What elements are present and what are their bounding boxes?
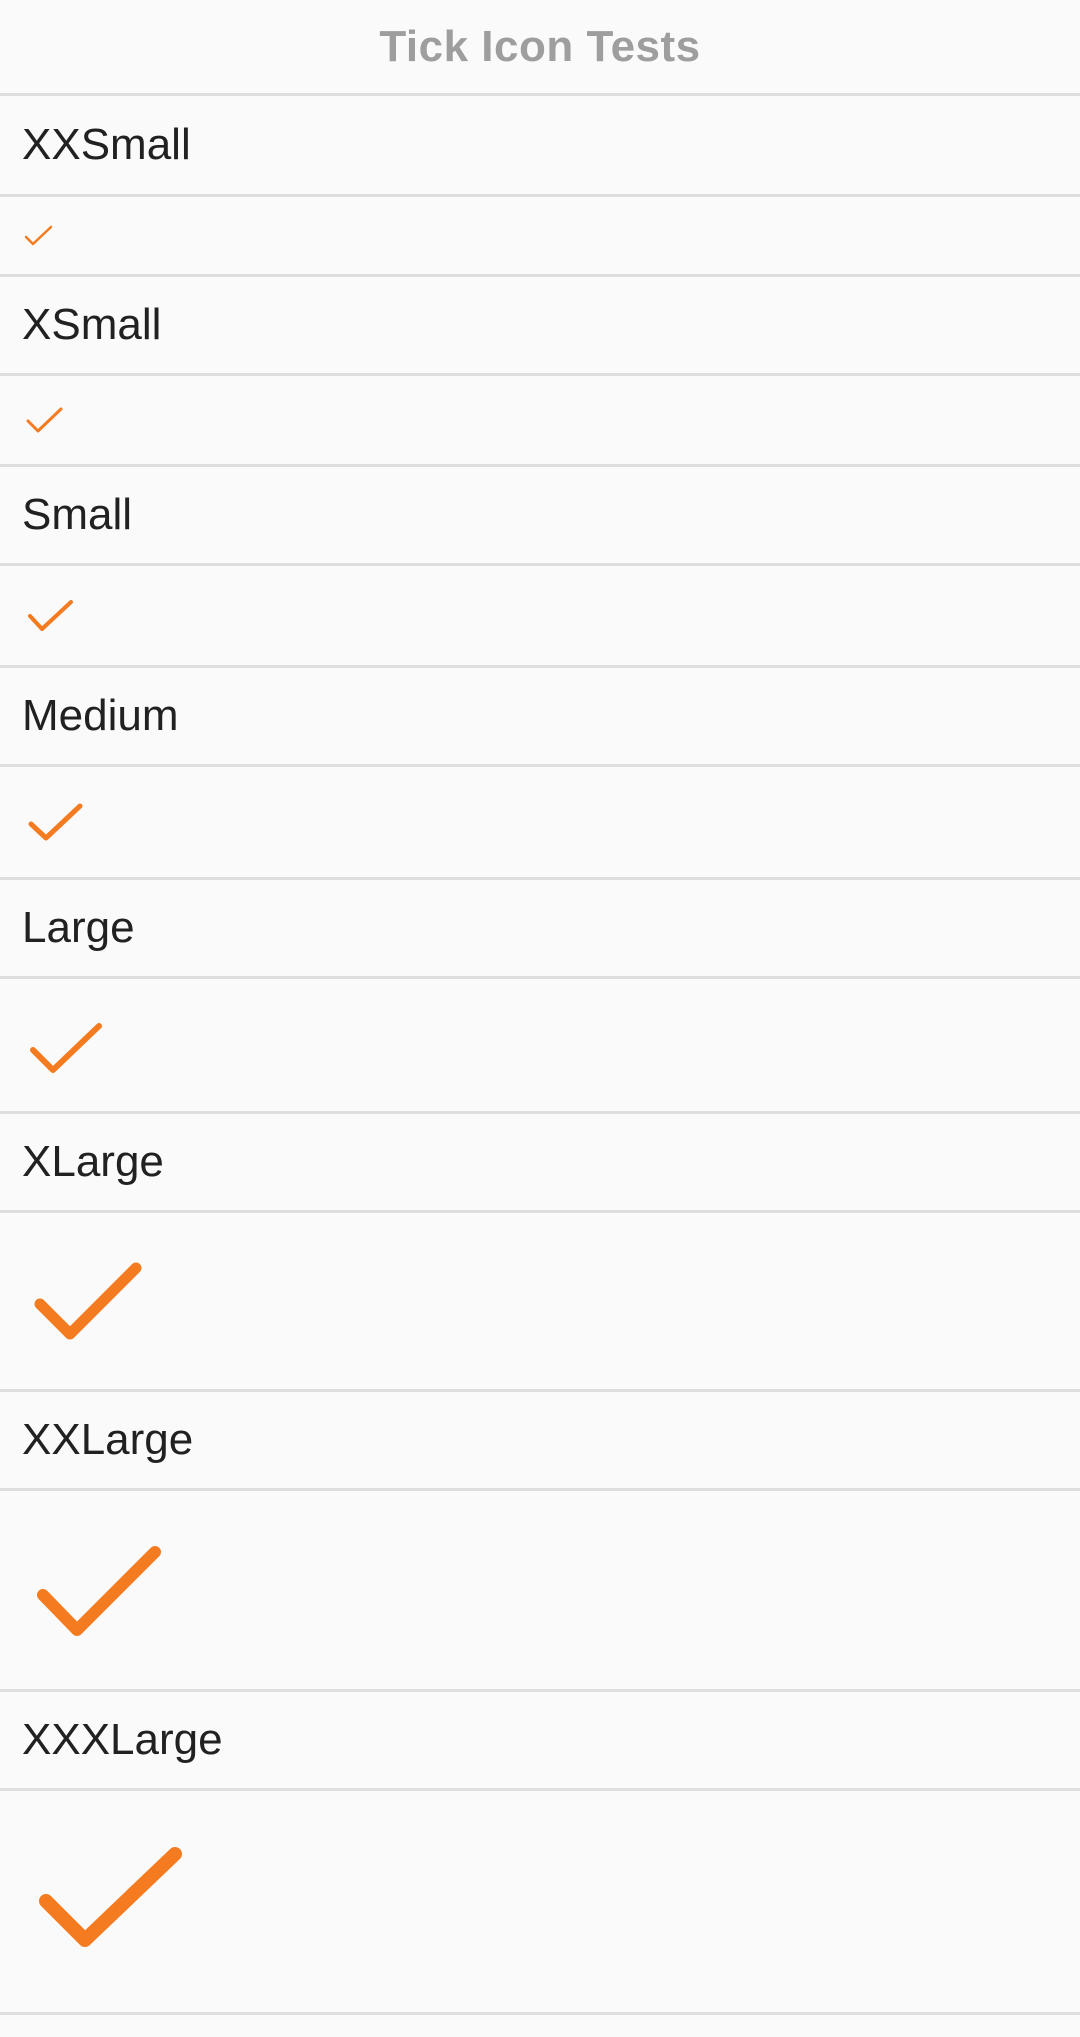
check-icon <box>30 1023 102 1073</box>
tick-row-xxlarge <box>0 1491 1080 1692</box>
tick-row-xxxlarge <box>0 1791 1080 2015</box>
tick-row-xlarge <box>0 1213 1080 1392</box>
tick-row-large <box>0 979 1080 1114</box>
check-icon <box>37 1546 161 1636</box>
size-label-row-xxlarge: XXLarge <box>0 1392 1080 1491</box>
size-label: XXSmall <box>22 120 191 169</box>
size-label-row-small: Small <box>0 467 1080 566</box>
tick-row-xsmall <box>0 376 1080 467</box>
size-label-row-medium: Medium <box>0 668 1080 767</box>
check-icon <box>28 803 83 841</box>
check-icon <box>34 1262 142 1340</box>
size-label: Medium <box>22 691 179 740</box>
size-label-row-xlarge: XLarge <box>0 1114 1080 1213</box>
size-label: XSmall <box>22 300 162 349</box>
size-label-row-xsmall: XSmall <box>0 277 1080 376</box>
tick-row-medium <box>0 767 1080 880</box>
size-label: Large <box>22 903 135 952</box>
size-label: XXXLarge <box>22 1715 223 1764</box>
page-title: Tick Icon Tests <box>379 21 701 71</box>
tick-row-small <box>0 566 1080 668</box>
app-header: Tick Icon Tests <box>0 0 1080 96</box>
check-icon <box>28 600 73 631</box>
size-label-row-large: Large <box>0 880 1080 979</box>
size-label: XXLarge <box>22 1415 194 1464</box>
size-label-row-xxsmall: XXSmall <box>0 96 1080 197</box>
tick-row-xxsmall <box>0 197 1080 277</box>
size-label: Small <box>22 490 133 539</box>
check-icon <box>26 407 63 433</box>
size-label-row-xxxlarge: XXXLarge <box>0 1692 1080 1791</box>
size-label: XLarge <box>22 1137 164 1186</box>
check-icon <box>39 1847 182 1947</box>
check-icon <box>24 225 53 246</box>
